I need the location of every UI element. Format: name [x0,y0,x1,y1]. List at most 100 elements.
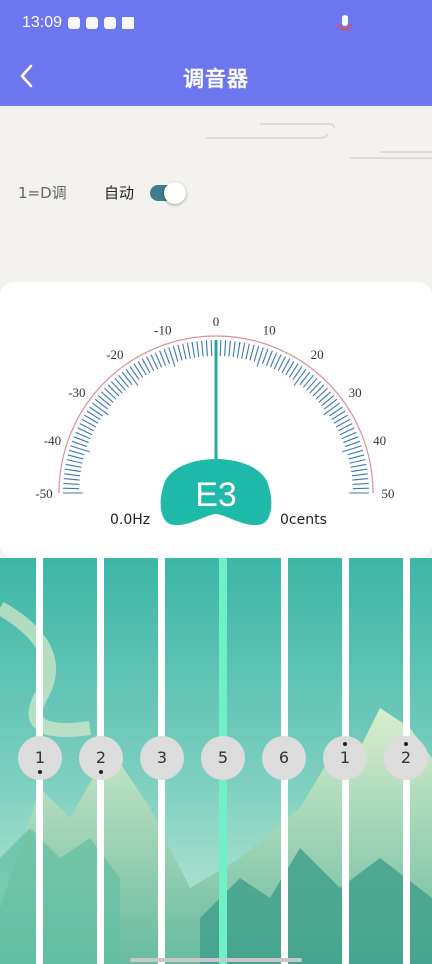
gauge-tick [292,366,303,380]
home-indicator[interactable] [130,958,302,962]
gauge-tick [265,350,273,366]
gauge-tick [114,377,126,391]
gauge-tick [201,340,204,357]
gauge-tick [71,440,88,448]
gauge-tick [159,350,167,366]
gauge-tick [241,342,246,359]
tuner-gauge: -50 -40 -30 -20 -10 0 10 20 30 40 50 E3 [35,314,395,526]
status-bar: 13:09 [0,0,432,48]
string-note-button[interactable]: 6 [262,736,306,780]
gauge-tick [253,345,260,362]
gauge-tick [66,459,83,464]
gauge-tick [312,384,325,397]
gauge-tick [219,340,222,357]
scale-label: -50 [35,486,52,501]
gauge-tick [343,436,359,444]
gauge-tick [318,391,332,403]
gauge-tick [191,341,196,358]
gauge-tick [309,381,322,394]
app-header: 调音器 [0,48,432,106]
key-label[interactable]: 1=D调 [18,182,67,203]
octave-dot-above [404,742,408,746]
note-label: 6 [278,748,290,767]
gauge-tick [125,368,139,386]
gauge-tick [196,341,200,358]
gauge-tick [63,478,80,481]
tiktok-icon [68,17,80,29]
auto-toggle[interactable] [150,182,186,204]
string-note-button[interactable]: 2 [384,736,428,780]
note-label: 2 [95,748,107,767]
gauge-tick [245,343,250,360]
gauge-tick [63,482,80,485]
tuner-card: -50 -40 -30 -20 -10 0 10 20 30 40 50 E3 0.0Hz 0cen… [0,282,432,558]
gauge-tick [210,340,213,357]
scale-label: -10 [154,322,171,337]
gauge-tick [306,377,318,391]
scale-label: 10 [263,322,276,337]
gauge-tick [349,459,366,464]
gauge-tick [224,340,227,357]
gauge-tick [261,348,269,365]
note-name: E3 [195,476,237,514]
gauge-tick [352,478,369,481]
scale-label: -40 [44,433,61,448]
note-label: 3 [156,748,168,767]
gauge-tick [100,391,114,403]
gauge-tick [348,454,365,460]
gauge-tick [63,487,80,490]
gauge-tick [91,402,109,416]
gauge-tick [110,381,123,394]
gauge-tick [104,387,117,400]
gauge-tick [323,402,341,416]
gauge-tick [350,463,367,468]
gauge-tick [64,473,81,477]
gauge-tick [65,463,82,468]
toggle-knob [164,182,186,204]
string-note-button[interactable]: 1 [323,736,367,780]
mail-icon [104,17,116,29]
gauge-tick [347,449,364,456]
gauge-tick [232,341,236,358]
scale-label: 20 [311,347,324,362]
frequency-readout: 0.0Hz [110,512,151,528]
microphone-icon [337,15,353,31]
gauge-tick [352,482,369,485]
string-note-button[interactable]: 3 [140,736,184,780]
gauge-tick [323,398,338,410]
gauge-tick [344,440,361,448]
string-note-button-active[interactable]: 5 [201,736,245,780]
cents-readout: 0cents [280,512,327,528]
gauge-tick [118,374,130,388]
scale-label: 30 [349,385,362,400]
gauge-tick [249,344,255,361]
gauge-tick [228,340,231,357]
gauge-tick [351,468,368,473]
scale-label: 50 [382,486,395,501]
gauge-tick [321,395,335,407]
gauge-tick [97,395,111,407]
gauge-tick [73,436,89,444]
gauge-tick [67,454,84,460]
scale-label: 40 [373,433,386,448]
gauge-tick [94,398,109,410]
auto-label: 自动 [104,184,135,202]
gauge-tick [163,348,171,365]
scale-label: -30 [68,385,85,400]
string-note-button[interactable]: 1 [18,736,62,780]
gauge-tick [68,449,85,456]
octave-dot-below [38,770,42,774]
octave-dot-below [99,770,103,774]
gauge-tick [177,344,183,361]
cloud-decoration [206,123,432,159]
gauge-tick [107,384,120,397]
gauge-tick [64,468,81,473]
string-note-button[interactable]: 2 [79,736,123,780]
note-label: 1 [339,748,351,767]
gauge-tick [121,371,133,386]
octave-dot-above [343,742,347,746]
gauge-tick [129,366,140,380]
link-icon [86,17,98,29]
gauge-tick [293,368,307,386]
gauge-tick [186,342,191,359]
